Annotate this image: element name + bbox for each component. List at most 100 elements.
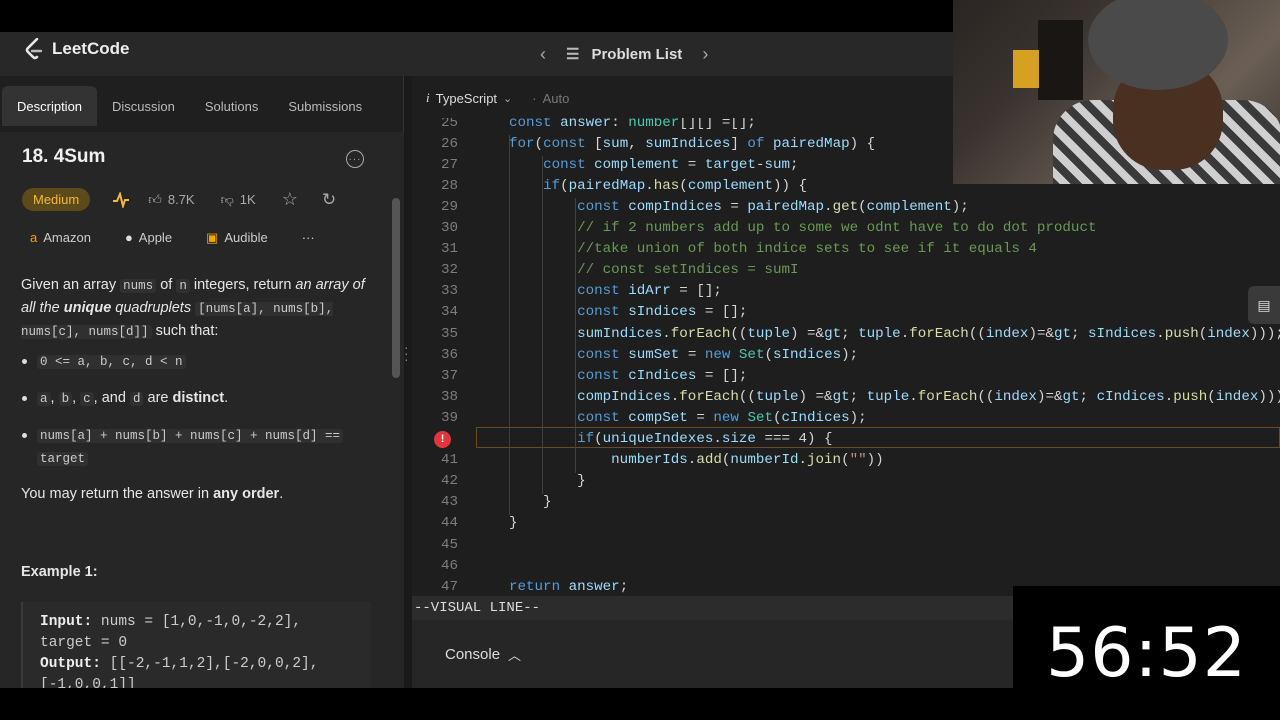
indent-guide: [542, 156, 543, 494]
line-text: }: [509, 473, 586, 490]
problem-list-nav: ‹ ☰ Problem List ›: [540, 32, 708, 76]
constraint-list: 0 <= a, b, c, d < n a, b, c, and d are d…: [22, 350, 372, 484]
line-text: const cIndices = [];: [577, 367, 748, 384]
problem-list-link[interactable]: Problem List: [591, 46, 682, 63]
leetcode-logo-icon: [25, 38, 43, 60]
panel-resize-handle[interactable]: · · ·: [404, 340, 409, 366]
tab-solutions[interactable]: Solutions: [190, 86, 273, 126]
company-tag[interactable]: ● Apple: [125, 230, 172, 246]
panel-tabs: Description Discussion Solutions Submiss…: [0, 76, 403, 132]
line-number: 36: [440, 346, 458, 363]
code-line: 46: [412, 555, 1280, 576]
line-number: 46: [440, 557, 458, 574]
list-item: nums[a] + nums[b] + nums[c] + nums[d] ==…: [22, 424, 372, 470]
thumbs-up-icon: 👍︎: [148, 191, 162, 207]
line-text: const answer: number[][] =[];: [509, 118, 756, 131]
scrollbar[interactable]: [392, 198, 400, 378]
line-text: if(pairedMap.has(complement)) {: [543, 177, 808, 194]
line-text: compIndices.forEach((tuple) =&gt; tuple.…: [577, 388, 1280, 405]
example-title: Example 1:: [21, 564, 98, 580]
code-line: 45: [412, 534, 1280, 555]
elapsed-timer: 56:52: [1046, 613, 1247, 693]
line-number: 43: [440, 494, 458, 511]
line-number: 41: [440, 452, 458, 469]
apple-icon: ●: [124, 230, 133, 245]
tab-description[interactable]: Description: [2, 86, 98, 126]
dislike-count: 1K: [239, 192, 256, 207]
like-button[interactable]: 👍︎ 8.7K: [148, 192, 194, 208]
line-number: 45: [440, 536, 458, 553]
line-number: 34: [440, 304, 458, 321]
activity-icon[interactable]: [112, 191, 130, 208]
line-number: 42: [440, 473, 458, 490]
code-line: 43 }: [412, 492, 1280, 513]
dislike-button[interactable]: 👎︎ 1K: [221, 192, 256, 208]
line-number: 28: [440, 177, 458, 194]
tab-submissions[interactable]: Submissions: [273, 86, 377, 126]
line-number: 39: [440, 409, 458, 426]
line-text: // const setIndices = sumI: [577, 262, 799, 279]
line-number: 27: [440, 156, 458, 173]
line-text: numberIds.add(numberId.join("")): [611, 452, 884, 469]
line-number: 31: [440, 241, 458, 258]
problem-title: 18. 4Sum: [22, 146, 106, 167]
list-icon: ☰: [566, 46, 580, 63]
line-text: // if 2 numbers add up to some we odnt h…: [577, 220, 1097, 236]
line-number: 33: [440, 283, 458, 300]
chevron-down-icon: ⌄: [503, 92, 513, 105]
thumbs-down-icon: 👎︎: [220, 191, 234, 207]
list-item: a, b, c, and d are distinct.: [22, 387, 372, 410]
problem-meta: Medium 👍︎ 8.7K 👎︎ 1K ☆ ↻: [22, 188, 336, 211]
line-number: 25: [440, 118, 458, 131]
line-number: 32: [440, 262, 458, 279]
line-text: const complement = target-sum;: [543, 156, 799, 173]
line-text: const sIndices = [];: [577, 304, 748, 321]
line-number: 37: [440, 367, 458, 384]
more-options-icon[interactable]: ···: [346, 150, 364, 168]
line-text: const sumSet = new Set(sIndices);: [577, 346, 859, 363]
indent-guide: [509, 135, 510, 515]
line-text: const compIndices = pairedMap.get(comple…: [577, 198, 969, 215]
like-count: 8.7K: [167, 192, 195, 207]
company-tag[interactable]: ▣ Audible: [206, 230, 268, 246]
star-icon[interactable]: ☆: [282, 189, 298, 210]
order-note: You may return the answer in any order.: [21, 486, 284, 502]
line-text: const idArr = [];: [577, 283, 722, 300]
auto-mode-toggle[interactable]: · Auto: [532, 91, 569, 106]
more-companies-icon[interactable]: ···: [302, 230, 315, 246]
language-select[interactable]: i TypeScript ⌄: [426, 90, 512, 106]
chevron-left-icon[interactable]: ‹: [540, 44, 546, 65]
chevron-right-icon[interactable]: ›: [702, 44, 708, 65]
line-number: 26: [440, 135, 458, 152]
company-tag[interactable]: a Amazon: [30, 230, 91, 246]
problem-description: Given an array nums of n integers, retur…: [21, 277, 365, 339]
line-number: 38: [440, 388, 458, 405]
file-icon[interactable]: ▤: [1248, 286, 1280, 324]
line-number: 30: [440, 220, 458, 236]
code-area[interactable]: ! 25 const answer: number[][] =[]; 26 for(c…: [412, 118, 1280, 606]
share-icon[interactable]: ↻: [322, 190, 336, 210]
description-content: 18. 4Sum ··· Medium 👍︎ 8.7K 👎︎ 1K ☆ ↻ a …: [0, 132, 404, 688]
audible-icon: ▣: [206, 230, 219, 245]
screen: LeetCode ‹ ☰ Problem List › Description …: [0, 0, 1280, 720]
amazon-icon: a: [30, 230, 38, 245]
line-number: 44: [440, 515, 458, 532]
timer-overlay: 56:52: [1013, 586, 1280, 720]
chevron-up-icon: ︿: [508, 647, 522, 663]
webcam-overlay: [953, 0, 1280, 184]
dot-icon: ·: [532, 90, 537, 106]
site-name: LeetCode: [52, 39, 130, 58]
tab-discussion[interactable]: Discussion: [97, 86, 190, 126]
line-text: }: [509, 515, 518, 532]
indent-guide: [575, 198, 576, 473]
list-item: 0 <= a, b, c, d < n: [22, 350, 372, 373]
info-icon: i: [426, 90, 430, 105]
code-line: 44}: [412, 513, 1280, 534]
console-label: Console: [445, 645, 501, 663]
line-number: 29: [440, 198, 458, 215]
line-number: 47: [440, 578, 458, 595]
difficulty-badge: Medium: [22, 188, 91, 211]
leetcode-logo[interactable]: LeetCode: [24, 38, 129, 60]
line-text: sumIndices.forEach((tuple) =&gt; tuple.f…: [577, 325, 1280, 342]
line-text: }: [509, 494, 552, 511]
